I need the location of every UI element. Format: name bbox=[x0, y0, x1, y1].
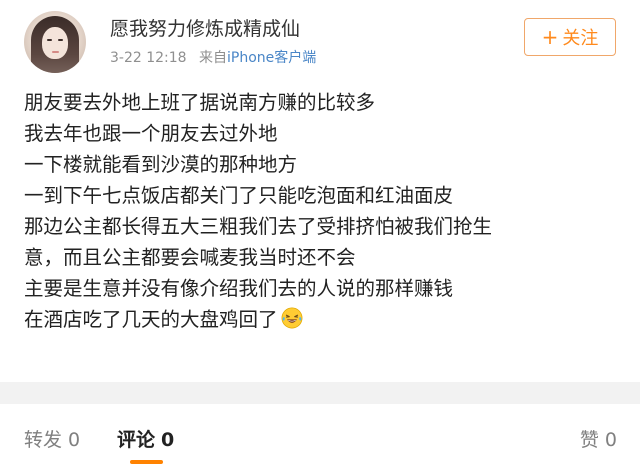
post-line: 一下楼就能看到沙漠的那种地方 bbox=[24, 153, 298, 176]
tab-comment[interactable]: 评论 0 bbox=[117, 425, 174, 452]
tab-repost[interactable]: 转发 0 bbox=[24, 425, 80, 452]
tab-comment-count: 0 bbox=[161, 429, 175, 451]
tab-like-label: 赞 bbox=[579, 429, 599, 451]
post-time: 3-22 12:18 bbox=[110, 50, 187, 66]
tab-repost-count: 0 bbox=[68, 429, 81, 451]
post-line-last: 在酒店吃了几天的大盘鸡回了 bbox=[24, 304, 624, 335]
post-line-text: 在酒店吃了几天的大盘鸡回了 bbox=[24, 308, 278, 331]
post-line: 主要是生意并没有像介绍我们去的人说的那样赚钱 bbox=[24, 277, 454, 300]
source-link[interactable]: iPhone客户端 bbox=[227, 50, 316, 66]
tab-like[interactable]: 赞0 bbox=[580, 425, 617, 452]
post-header: 愿我努力修炼成精成仙 3-22 12:18 来自iPhone客户端 + 关注 bbox=[0, 0, 640, 80]
avatar[interactable] bbox=[24, 11, 86, 73]
post-line: 那边公主都长得五大三粗我们去了受排挤怕被我们抢生 bbox=[24, 215, 493, 238]
post-meta: 3-22 12:18 来自iPhone客户端 bbox=[110, 47, 316, 67]
section-divider bbox=[0, 382, 640, 404]
follow-button[interactable]: + 关注 bbox=[524, 18, 616, 56]
tab-comment-label: 评论 bbox=[117, 429, 156, 451]
plus-icon: + bbox=[541, 25, 559, 49]
active-tab-indicator bbox=[130, 460, 163, 464]
username[interactable]: 愿我努力修炼成精成仙 bbox=[110, 14, 300, 41]
source-prefix: 来自 bbox=[199, 50, 228, 66]
action-tabs: 转发 0 评论 0 赞0 bbox=[0, 404, 640, 472]
tab-repost-label: 转发 bbox=[24, 429, 63, 451]
post-content: 朋友要去外地上班了据说南方赚的比较多 我去年也跟一个朋友去过外地 一下楼就能看到… bbox=[24, 87, 624, 335]
post-line: 我去年也跟一个朋友去过外地 bbox=[24, 122, 278, 145]
tab-like-count: 0 bbox=[604, 429, 617, 451]
follow-label: 关注 bbox=[562, 28, 599, 49]
laughing-with-tears-icon bbox=[281, 307, 302, 329]
post-line: 一到下午七点饭店都关门了只能吃泡面和红油面皮 bbox=[24, 184, 454, 207]
post-line: 意，而且公主都要会喊麦我当时还不会 bbox=[24, 246, 356, 269]
post-line: 朋友要去外地上班了据说南方赚的比较多 bbox=[24, 91, 376, 114]
